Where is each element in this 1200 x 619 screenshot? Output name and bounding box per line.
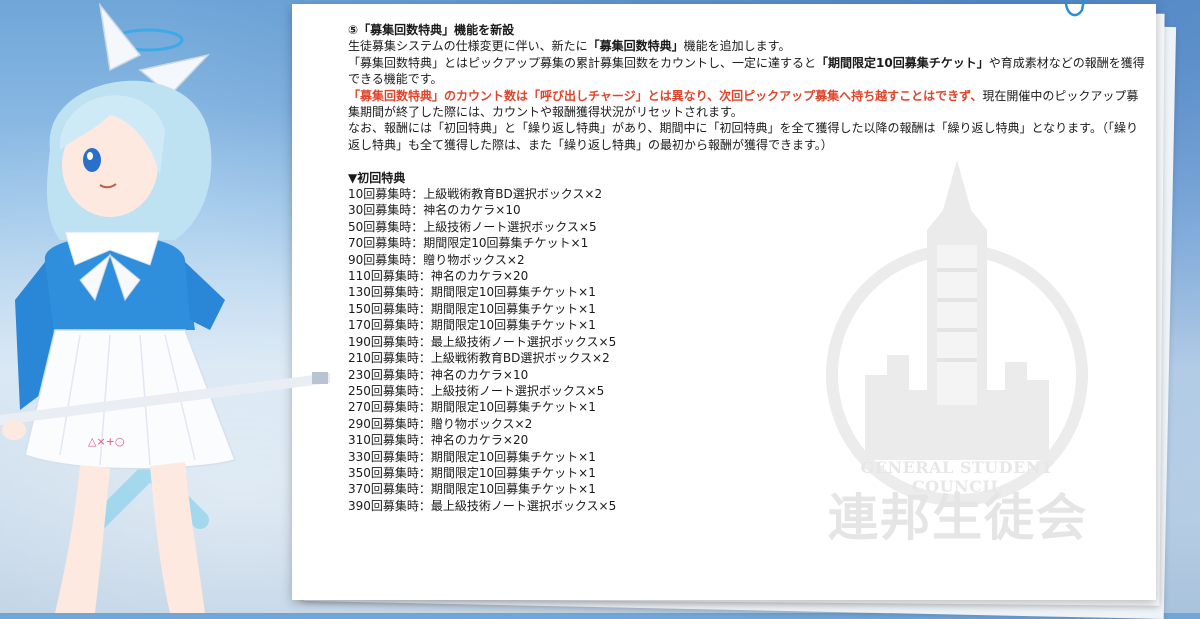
paragraph-intro: 生徒募集システムの仕様変更に伴い、新たに「募集回数特典」機能を追加します。 (348, 38, 1148, 54)
reward-item: 310回募集時：神名のカケラ×20 (348, 433, 529, 448)
reward-item: 290回募集時：贈り物ボックス×2 (348, 416, 533, 431)
reward-list: 10回募集時：上級戦術教育BD選択ボックス×2 30回募集時：神名のカケラ×10 5… (348, 186, 1148, 514)
reward-item: 110回募集時：神名のカケラ×20 (348, 269, 529, 284)
reward-item: 250回募集時：上級技術ノート選択ボックス×5 (348, 383, 605, 398)
reward-item: 170回募集時：期間限定10回募集チケット×1 (348, 318, 596, 333)
paragraph-intro-text-a: 生徒募集システムの仕様変更に伴い、新たに (348, 39, 588, 54)
paragraph-reward-types: なお、報酬には「初回特典」と「繰り返し特典」があり、期間中に「初回特典」を全て獲… (348, 121, 1138, 152)
reward-item: 50回募集時：上級技術ノート選択ボックス×5 (348, 219, 597, 234)
reward-item: 350回募集時：期間限定10回募集チケット×1 (348, 465, 596, 480)
reward-item: 210回募集時：上級戦術教育BD選択ボックス×2 (348, 351, 610, 366)
paragraph-definition-text-a: 「募集回数特典」とはピックアップ募集の累計募集回数をカウントし、一定に達すると (348, 55, 817, 70)
reward-item: 370回募集時：期間限定10回募集チケット×1 (348, 482, 596, 497)
reward-item: 390回募集時：最上級技術ノート選択ボックス×5 (348, 498, 617, 513)
skirt-symbols: △×+○ (88, 435, 125, 448)
paragraph-definition-emphasis: 「期間限定10回募集チケット」 (816, 55, 989, 70)
reward-item: 90回募集時：贈り物ボックス×2 (348, 252, 525, 267)
section-heading: ⑤「募集回数特典」機能を新設 (348, 23, 515, 37)
reward-item: 70回募集時：期間限定10回募集チケット×1 (348, 236, 589, 251)
reward-item: 190回募集時：最上級技術ノート選択ボックス×5 (348, 334, 617, 349)
paragraph-definition: 「募集回数特典」とはピックアップ募集の累計募集回数をカウントし、一定に達すると「… (348, 55, 1148, 88)
paper-clip-icon (1064, 0, 1086, 17)
notice-content: ⑤「募集回数特典」機能を新設 生徒募集システムの仕様変更に伴い、新たに「募集回数… (348, 22, 1148, 514)
reward-item: 270回募集時：期間限定10回募集チケット×1 (348, 400, 596, 415)
reset-warning-red: 「募集回数特典」のカウント数は「呼び出しチャージ」とは異なり、次回ピックアップ募… (348, 88, 983, 103)
reward-item: 30回募集時：神名のカケラ×10 (348, 203, 521, 218)
paragraph-intro-emphasis: 「募集回数特典」 (587, 39, 684, 54)
rewards-heading: ▼初回特典 (348, 170, 406, 185)
paragraph-reset-notice: 「募集回数特典」のカウント数は「呼び出しチャージ」とは異なり、次回ピックアップ募… (348, 88, 1148, 121)
paragraph-intro-text-c: 機能を追加します。 (683, 39, 791, 54)
reward-item: 150回募集時：期間限定10回募集チケット×1 (348, 301, 596, 316)
reward-item: 230回募集時：神名のカケラ×10 (348, 367, 529, 382)
reward-item: 130回募集時：期間限定10回募集チケット×1 (348, 285, 596, 300)
character-illustration: △×+○ (0, 2, 330, 613)
reward-item: 10回募集時：上級戦術教育BD選択ボックス×2 (348, 187, 603, 202)
reward-item: 330回募集時：期間限定10回募集チケット×1 (348, 449, 596, 464)
